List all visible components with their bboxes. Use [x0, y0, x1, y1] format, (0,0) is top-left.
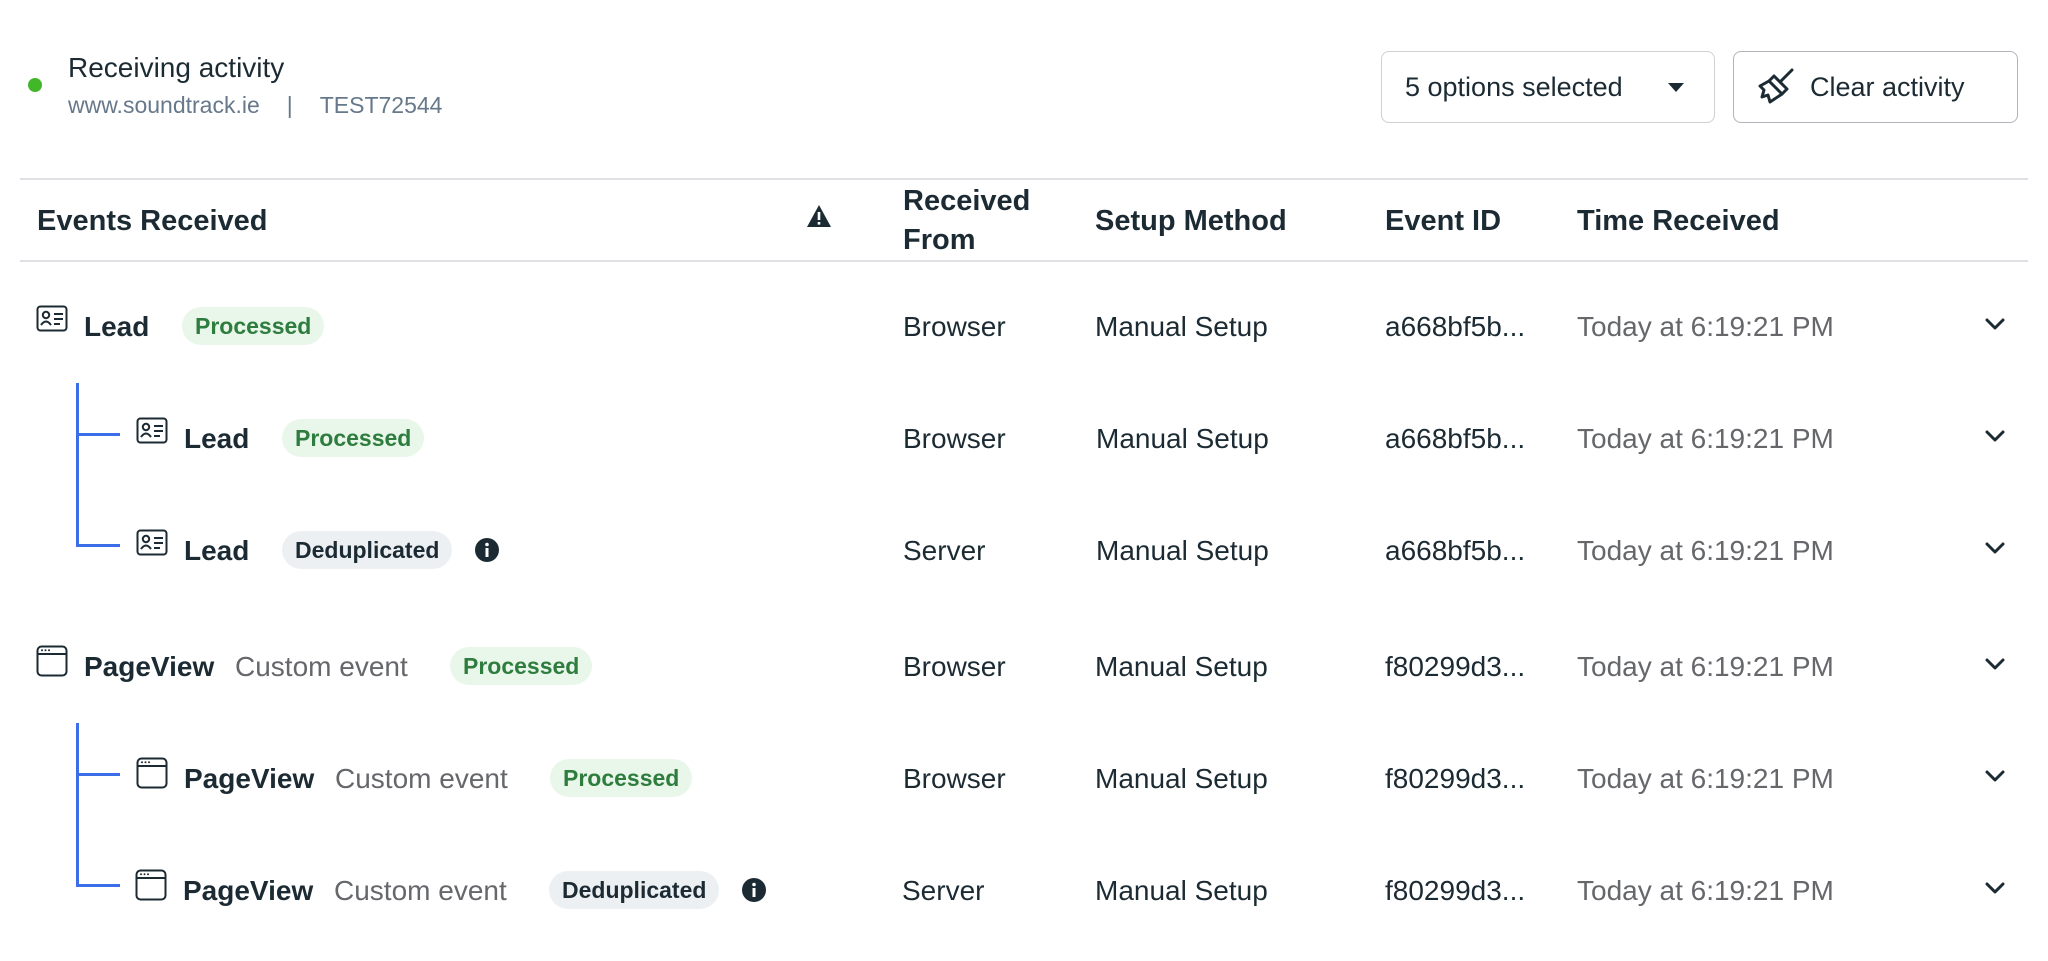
event-id: a668bf5b...: [1385, 423, 1526, 454]
event-id: f80299d3...: [1385, 763, 1526, 794]
contact-card-icon: [136, 529, 168, 556]
table-row[interactable]: PageView Custom event Processed Browser …: [0, 637, 2048, 697]
event-id: a668bf5b...: [1385, 535, 1526, 566]
event-id: f80299d3...: [1385, 651, 1526, 682]
setup-method: Manual Setup: [1095, 875, 1268, 906]
received-from: Browser: [903, 423, 1006, 454]
custom-event-label: Custom event: [335, 763, 508, 794]
time-received: Today at 6:19:21 PM: [1577, 535, 1834, 566]
event-name: Lead: [184, 423, 250, 454]
pixel-domain: www.soundtrack.ie: [68, 92, 260, 118]
status-badge: Processed: [182, 307, 325, 345]
received-from: Server: [903, 535, 986, 566]
col-header-event-id: Event ID: [1385, 205, 1502, 237]
setup-method: Manual Setup: [1096, 423, 1269, 454]
pixel-id: TEST72544: [319, 92, 443, 118]
separator: |: [286, 92, 293, 118]
custom-event-label: Custom event: [235, 651, 408, 682]
caret-down-icon: [1668, 83, 1684, 92]
event-filter-dropdown[interactable]: 5 options selected: [1381, 51, 1715, 123]
chevron-down-icon[interactable]: [1983, 316, 2007, 332]
event-name: PageView: [84, 651, 215, 682]
event-id: f80299d3...: [1385, 875, 1526, 906]
header-bottom-divider: [20, 260, 2028, 262]
received-from: Browser: [903, 651, 1006, 682]
event-id: a668bf5b...: [1385, 311, 1526, 342]
status-badge: Processed: [282, 419, 425, 457]
event-name: PageView: [183, 875, 314, 906]
chevron-down-icon[interactable]: [1983, 768, 2007, 784]
col-header-time-received: Time Received: [1577, 205, 1780, 237]
info-icon[interactable]: [741, 877, 767, 903]
col-header-received-line1: Received: [903, 185, 1031, 217]
contact-card-icon: [136, 417, 168, 444]
col-header-received-from: Received From: [903, 182, 1030, 260]
table-row[interactable]: Lead Deduplicated Server Manual Setup a6…: [0, 521, 2048, 581]
col-header-received-line2: From: [903, 224, 976, 256]
event-name: Lead: [184, 535, 250, 566]
browser-window-icon: [135, 869, 167, 901]
table-row[interactable]: Lead Processed Browser Manual Setup a668…: [0, 297, 2048, 357]
chevron-down-icon[interactable]: [1983, 656, 2007, 672]
warning-icon: [807, 205, 831, 227]
clear-activity-button[interactable]: Clear activity: [1733, 51, 2018, 123]
info-icon[interactable]: [474, 537, 500, 563]
browser-window-icon: [36, 645, 68, 677]
setup-method: Manual Setup: [1095, 311, 1268, 342]
broom-icon: [1758, 68, 1794, 104]
table-row[interactable]: PageView Custom event Deduplicated Serve…: [0, 861, 2048, 921]
setup-method: Manual Setup: [1095, 763, 1268, 794]
clear-activity-label: Clear activity: [1810, 71, 1965, 102]
status-badge: Processed: [450, 647, 593, 685]
table-row[interactable]: Lead Processed Browser Manual Setup a668…: [0, 409, 2048, 469]
time-received: Today at 6:19:21 PM: [1577, 875, 1834, 906]
custom-event-label: Custom event: [334, 875, 507, 906]
header-top-divider: [20, 178, 2028, 180]
received-from: Browser: [903, 763, 1006, 794]
setup-method: Manual Setup: [1096, 535, 1269, 566]
status-title: Receiving activity: [68, 52, 285, 83]
status-badge: Deduplicated: [549, 871, 720, 909]
chevron-down-icon[interactable]: [1983, 540, 2007, 556]
time-received: Today at 6:19:21 PM: [1577, 651, 1834, 682]
received-from: Browser: [903, 311, 1006, 342]
status-subtitle: www.soundtrack.ie | TEST72544: [68, 92, 442, 119]
setup-method: Manual Setup: [1095, 651, 1268, 682]
time-received: Today at 6:19:21 PM: [1577, 311, 1834, 342]
time-received: Today at 6:19:21 PM: [1577, 763, 1834, 794]
time-received: Today at 6:19:21 PM: [1577, 423, 1834, 454]
status-badge: Processed: [550, 759, 693, 797]
browser-window-icon: [136, 757, 168, 789]
status-dot: [28, 78, 42, 92]
contact-card-icon: [36, 305, 68, 332]
event-filter-label: 5 options selected: [1405, 71, 1623, 102]
event-name: PageView: [184, 763, 315, 794]
chevron-down-icon[interactable]: [1983, 428, 2007, 444]
event-name: Lead: [84, 311, 150, 342]
status-badge: Deduplicated: [282, 531, 453, 569]
table-row[interactable]: PageView Custom event Processed Browser …: [0, 749, 2048, 809]
col-header-events: Events Received: [37, 205, 268, 237]
col-header-setup-method: Setup Method: [1095, 205, 1287, 237]
chevron-down-icon[interactable]: [1983, 880, 2007, 896]
received-from: Server: [902, 875, 985, 906]
